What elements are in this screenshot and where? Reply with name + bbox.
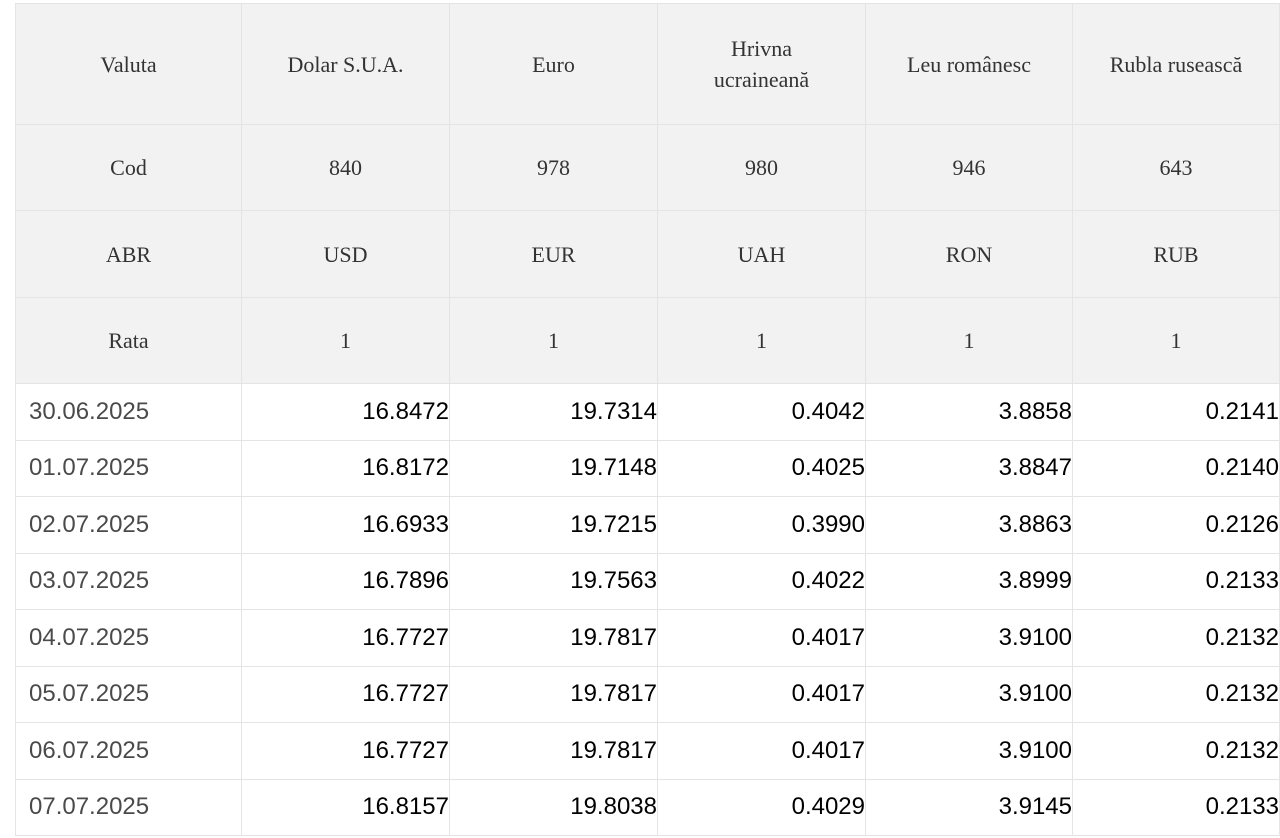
rate-ron: 3.9145 [865,778,1073,836]
rate-usd: 16.7727 [241,665,450,723]
header-row-currency-name: Valuta Dolar S.U.A. Euro Hrivna ucrainea… [15,3,1280,125]
currency-rate-usd: 1 [241,297,450,384]
currency-name-eur: Euro [449,3,658,125]
rate-ron: 3.8858 [865,383,1073,441]
currency-name-uah: Hrivna ucraineană [657,3,866,125]
rate-uah: 0.4017 [657,665,866,723]
rate-uah: 0.4017 [657,609,866,667]
currency-abbr-uah: UAH [657,210,866,298]
currency-code-eur: 978 [449,124,658,211]
currency-code-ron: 946 [865,124,1073,211]
rate-ron: 3.8999 [865,552,1073,610]
currency-name-ron: Leu românesc [865,3,1073,125]
row-date: 01.07.2025 [15,439,242,497]
rate-uah: 0.3990 [657,496,866,554]
rate-uah: 0.4042 [657,383,866,441]
currency-abbr-ron: RON [865,210,1073,298]
table-row: 07.07.2025 16.8157 19.8038 0.4029 3.9145… [15,778,1280,836]
rate-usd: 16.7727 [241,722,450,780]
header-label-valuta: Valuta [15,3,242,125]
rate-usd: 16.7727 [241,609,450,667]
rate-rub: 0.2133 [1072,778,1280,836]
rate-eur: 19.7314 [449,383,658,441]
currency-rate-ron: 1 [865,297,1073,384]
table-row: 04.07.2025 16.7727 19.7817 0.4017 3.9100… [15,609,1280,667]
rate-eur: 19.7563 [449,552,658,610]
table-row: 01.07.2025 16.8172 19.7148 0.4025 3.8847… [15,439,1280,497]
currency-rate-eur: 1 [449,297,658,384]
header-label-abr: ABR [15,210,242,298]
rate-eur: 19.7148 [449,439,658,497]
rate-usd: 16.7896 [241,552,450,610]
rate-rub: 0.2132 [1072,722,1280,780]
table-row: 03.07.2025 16.7896 19.7563 0.4022 3.8999… [15,552,1280,610]
rate-usd: 16.8172 [241,439,450,497]
header-row-abbr: ABR USD EUR UAH RON RUB [15,210,1280,298]
row-date: 04.07.2025 [15,609,242,667]
rate-eur: 19.7817 [449,722,658,780]
currency-rate-rub: 1 [1072,297,1280,384]
rate-eur: 19.8038 [449,778,658,836]
rate-ron: 3.9100 [865,722,1073,780]
row-date: 03.07.2025 [15,552,242,610]
rate-ron: 3.9100 [865,665,1073,723]
table-row: 02.07.2025 16.6933 19.7215 0.3990 3.8863… [15,496,1280,554]
rate-uah: 0.4022 [657,552,866,610]
header-label-cod: Cod [15,124,242,211]
rate-rub: 0.2132 [1072,665,1280,723]
header-row-code: Cod 840 978 980 946 643 [15,124,1280,211]
row-date: 02.07.2025 [15,496,242,554]
currency-code-rub: 643 [1072,124,1280,211]
currency-name-usd: Dolar S.U.A. [241,3,450,125]
rate-rub: 0.2132 [1072,609,1280,667]
table-row: 30.06.2025 16.8472 19.7314 0.4042 3.8858… [15,383,1280,441]
rate-usd: 16.6933 [241,496,450,554]
header-row-rate: Rata 1 1 1 1 1 [15,297,1280,384]
rate-ron: 3.9100 [865,609,1073,667]
table-row: 06.07.2025 16.7727 19.7817 0.4017 3.9100… [15,722,1280,780]
table-body: 30.06.2025 16.8472 19.7314 0.4042 3.8858… [15,383,1280,836]
table-row: 05.07.2025 16.7727 19.7817 0.4017 3.9100… [15,665,1280,723]
rate-eur: 19.7817 [449,609,658,667]
rate-eur: 19.7817 [449,665,658,723]
row-date: 06.07.2025 [15,722,242,780]
table-header: Valuta Dolar S.U.A. Euro Hrivna ucrainea… [15,3,1280,384]
currency-abbr-eur: EUR [449,210,658,298]
rate-uah: 0.4029 [657,778,866,836]
row-date: 07.07.2025 [15,778,242,836]
rate-rub: 0.2126 [1072,496,1280,554]
rate-ron: 3.8847 [865,439,1073,497]
rate-rub: 0.2141 [1072,383,1280,441]
rate-rub: 0.2140 [1072,439,1280,497]
rate-eur: 19.7215 [449,496,658,554]
rate-rub: 0.2133 [1072,552,1280,610]
header-label-rata: Rata [15,297,242,384]
currency-rate-uah: 1 [657,297,866,384]
rate-uah: 0.4025 [657,439,866,497]
row-date: 30.06.2025 [15,383,242,441]
currency-abbr-usd: USD [241,210,450,298]
currency-name-rub: Rubla rusească [1072,3,1280,125]
currency-code-uah: 980 [657,124,866,211]
rate-usd: 16.8472 [241,383,450,441]
rate-ron: 3.8863 [865,496,1073,554]
rate-uah: 0.4017 [657,722,866,780]
currency-code-usd: 840 [241,124,450,211]
rate-usd: 16.8157 [241,778,450,836]
exchange-rates-table: Valuta Dolar S.U.A. Euro Hrivna ucrainea… [15,3,1280,836]
row-date: 05.07.2025 [15,665,242,723]
currency-abbr-rub: RUB [1072,210,1280,298]
